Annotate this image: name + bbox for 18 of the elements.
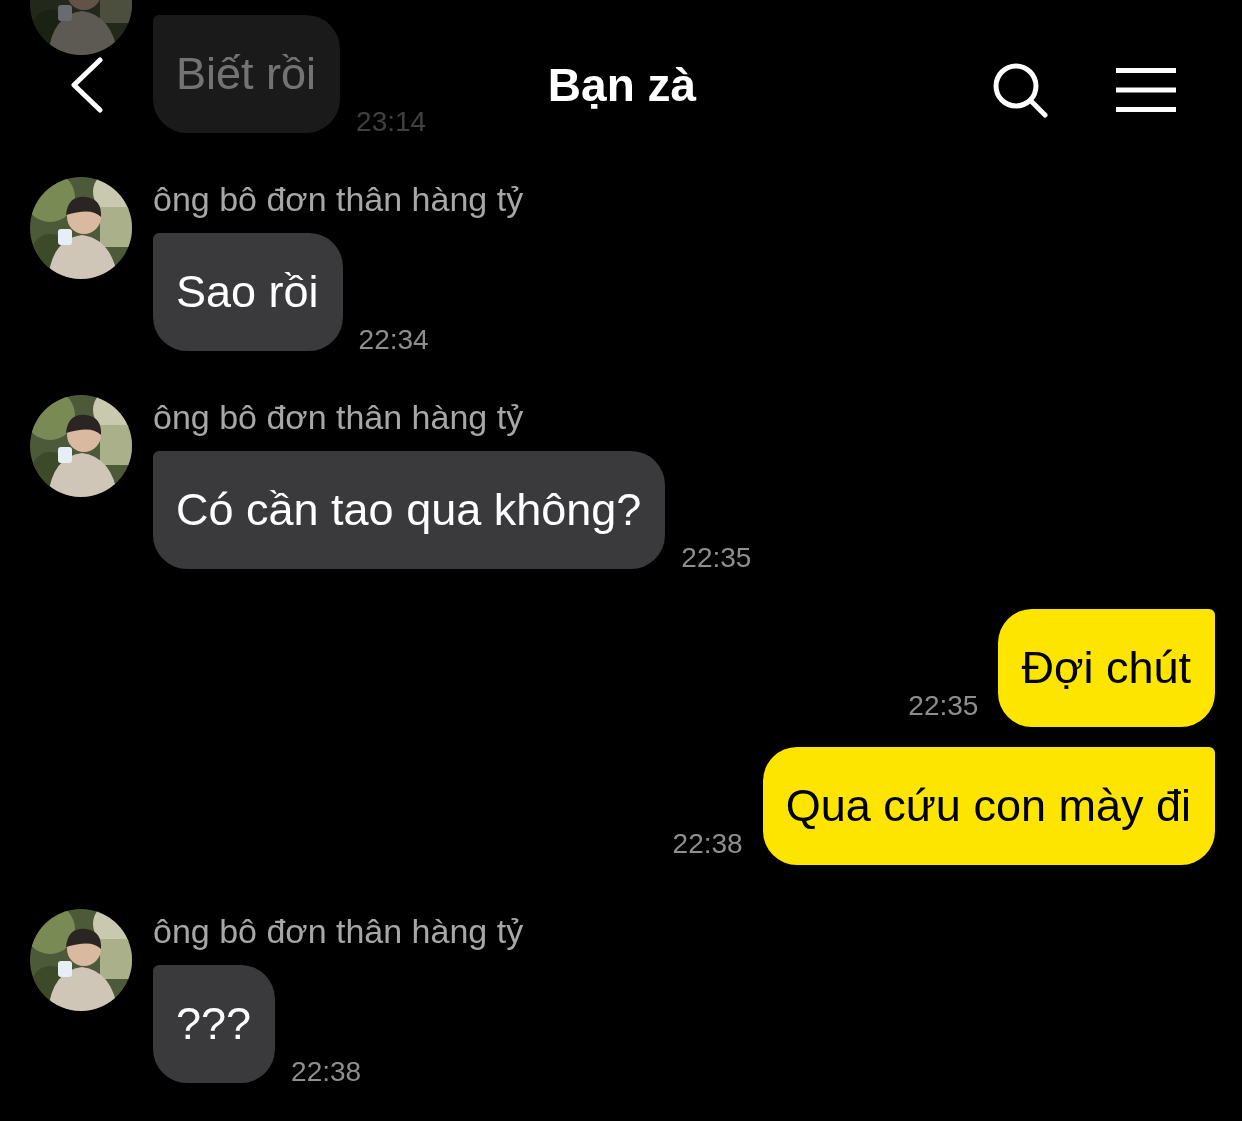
message-bubble: ???: [153, 965, 276, 1083]
sender-name: ông bô đơn thân hàng tỷ: [153, 179, 524, 220]
message-bubble: Có cần tao qua không?: [153, 451, 666, 569]
message-time: 22:35: [681, 543, 752, 573]
sender-name: ông bô đơn thân hàng tỷ: [153, 911, 524, 952]
message-bubble: Sao rồi: [153, 233, 343, 351]
menu-icon[interactable]: [1116, 68, 1176, 112]
message-time: 22:35: [908, 691, 979, 721]
search-icon[interactable]: [992, 62, 1048, 118]
message-time: 22:38: [291, 1057, 362, 1087]
message-time: 23:14: [356, 107, 427, 137]
sender-name: ông bô đơn thân hàng tỷ: [153, 397, 524, 438]
message-bubble: Đợi chút: [998, 609, 1215, 727]
chat-title: Bạn zà: [547, 58, 697, 112]
message-bubble: Biết rồi: [153, 15, 341, 133]
message-bubble: Qua cứu con mày đi: [762, 747, 1215, 865]
message-time: 22:38: [672, 829, 743, 859]
message-time: 22:34: [358, 325, 429, 355]
